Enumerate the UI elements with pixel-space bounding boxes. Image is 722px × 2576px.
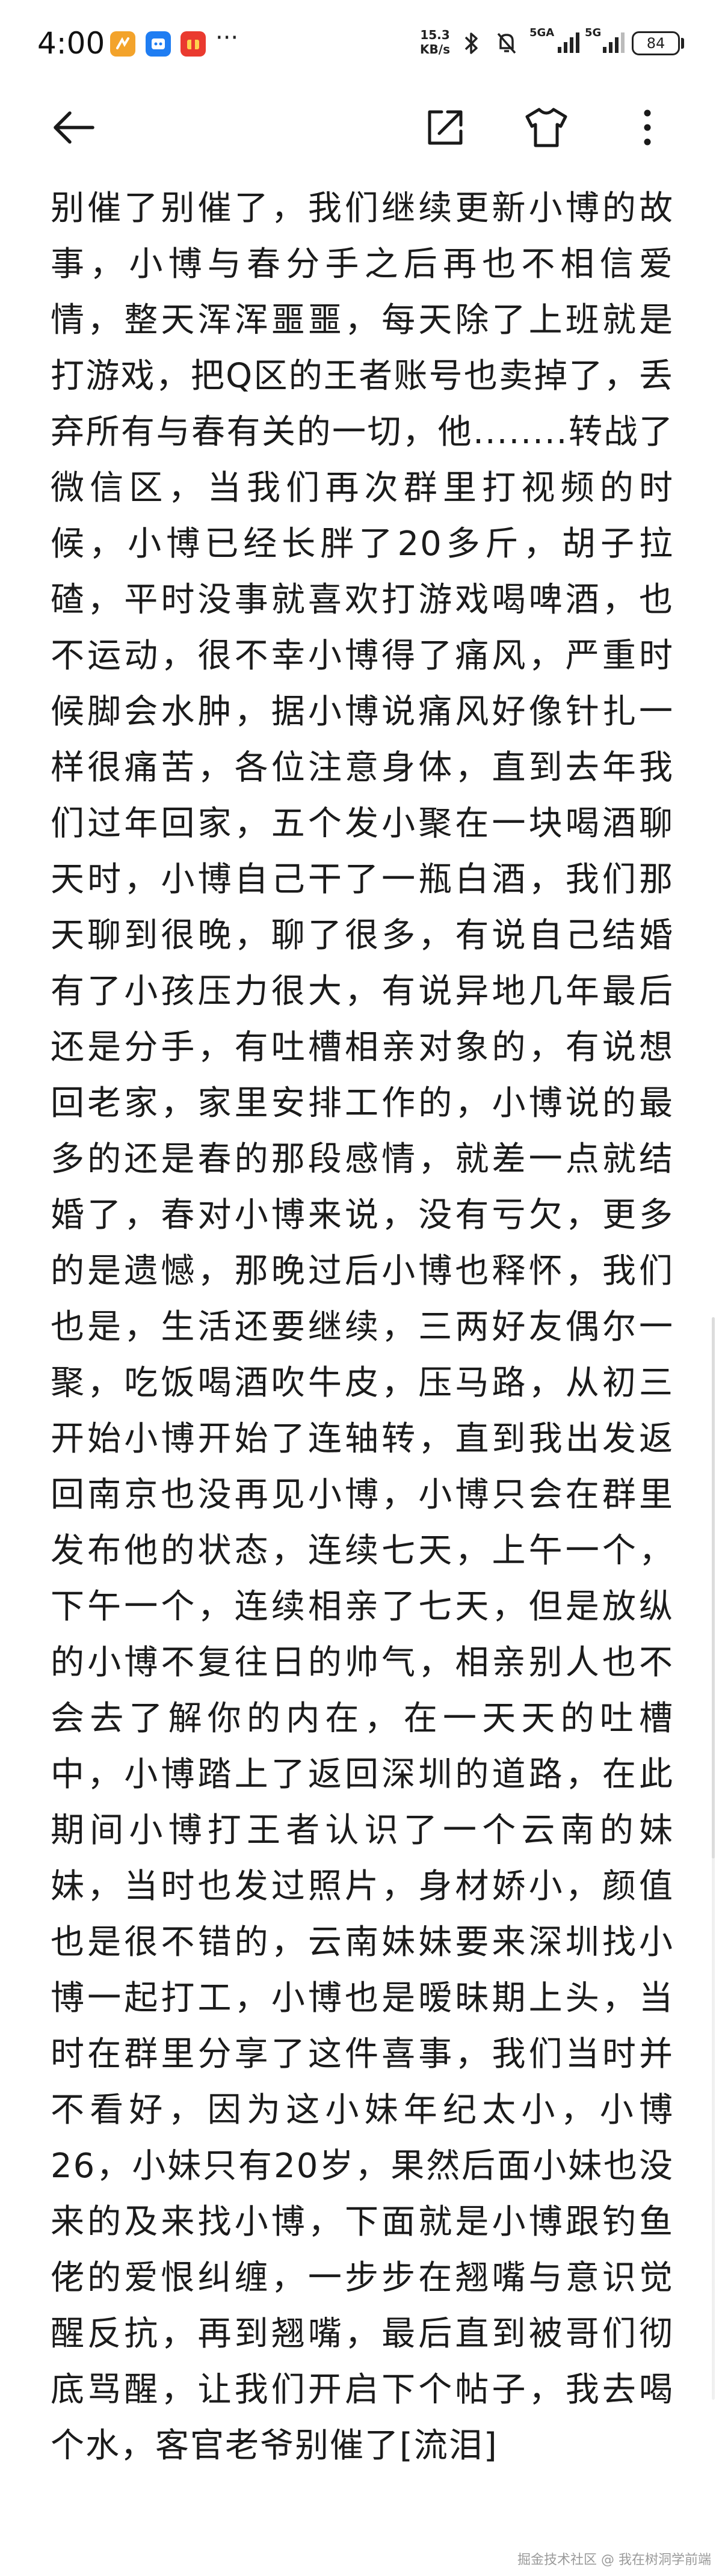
status-time: 4:00 <box>37 26 105 61</box>
tshirt-icon <box>525 108 567 147</box>
status-bar: 4:00 ··· 15.3 KB/s 5GA 5G 84 <box>0 0 722 90</box>
bluetooth-icon <box>462 29 480 60</box>
notification-more-indicator: ··· <box>215 24 239 52</box>
back-arrow-icon <box>54 111 94 144</box>
app-red-icon <box>180 31 206 57</box>
sim2-network-label: 5G <box>585 26 602 39</box>
more-vertical-icon <box>644 109 651 146</box>
signal-icon <box>602 29 626 58</box>
battery-icon: 84 <box>632 31 680 55</box>
share-button[interactable] <box>421 103 469 152</box>
signal-icon <box>557 29 581 58</box>
sim1-network-label: 5GA <box>529 26 555 39</box>
app-orange-icon <box>110 31 135 57</box>
battery-tip <box>681 38 684 49</box>
network-speed-unit: KB/s <box>420 42 450 57</box>
battery-level: 84 <box>646 35 665 52</box>
share-icon <box>428 110 463 145</box>
app-blue-icon <box>146 31 171 57</box>
mute-bell-icon <box>495 29 519 60</box>
scrollbar-thumb[interactable] <box>712 1317 715 1858</box>
outfit-button[interactable] <box>522 103 570 152</box>
back-button[interactable] <box>49 103 97 152</box>
network-speed-value: 15.3 <box>420 28 450 42</box>
watermark: 掘金技术社区 @ 我在树洞学前端 <box>517 2553 711 2568</box>
article-body: 别催了别催了，我们继续更新小博的故事，小博与春分手之后再也不相信爱情，整天浑浑噩… <box>51 189 674 2465</box>
network-speed: 15.3 KB/s <box>414 28 456 57</box>
top-toolbar <box>0 90 722 156</box>
more-options-button[interactable] <box>623 103 671 152</box>
